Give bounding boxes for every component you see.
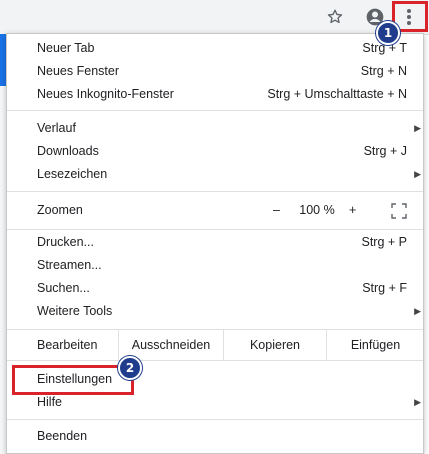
submenu-arrow-icon: ▶ [414, 123, 421, 133]
zoom-in-button[interactable]: + [349, 197, 356, 223]
menu-item-new-tab[interactable]: Neuer Tab Strg + T [7, 37, 423, 60]
submenu-arrow-icon: ▶ [414, 306, 421, 316]
menu-item-more-tools[interactable]: Weitere Tools ▶ [7, 300, 423, 323]
step-badge-1: 1 [376, 21, 400, 45]
menu-item-label: Lesezeichen [37, 167, 108, 181]
zoom-out-button[interactable]: – [273, 197, 280, 223]
fullscreen-icon[interactable] [391, 202, 407, 219]
menu-item-label: Drucken... [37, 235, 94, 249]
menu-item-label: Streamen... [37, 258, 102, 272]
menu-item-shortcut: Strg + N [360, 64, 407, 78]
menu-item-downloads[interactable]: Downloads Strg + J [7, 140, 423, 163]
menu-item-label: Downloads [37, 144, 99, 158]
edit-label: Bearbeiten [37, 338, 98, 352]
menu-item-exit[interactable]: Beenden [7, 425, 423, 448]
cut-button[interactable]: Ausschneiden [118, 330, 223, 360]
menu-item-cast[interactable]: Streamen... [7, 254, 423, 277]
browser-toolbar [0, 0, 429, 35]
menu-item-label: Neuer Tab [37, 41, 95, 55]
zoom-level: 100 % [299, 203, 335, 217]
submenu-arrow-icon: ▶ [414, 397, 421, 407]
menu-item-shortcut: Strg + J [363, 144, 407, 158]
zoom-row: Zoomen – 100 % + [7, 197, 423, 223]
menu-item-find[interactable]: Suchen... Strg + F [7, 277, 423, 300]
menu-item-history[interactable]: Verlauf ▶ [7, 117, 423, 140]
menu-item-shortcut: Strg + P [361, 235, 407, 249]
submenu-arrow-icon: ▶ [414, 169, 421, 179]
bookmark-star-icon[interactable] [324, 6, 346, 28]
menu-item-label: Neues Inkognito-Fenster [37, 87, 174, 101]
menu-item-label: Neues Fenster [37, 64, 119, 78]
menu-item-shortcut: Strg + Umschalttaste + N [267, 87, 407, 101]
zoom-label: Zoomen [37, 203, 83, 217]
menu-item-label: Suchen... [37, 281, 90, 295]
menu-separator [7, 419, 423, 420]
menu-separator [7, 229, 423, 230]
step-badge-2: 2 [118, 356, 142, 380]
copy-button[interactable]: Kopieren [223, 330, 326, 360]
edit-row: Bearbeiten Ausschneiden Kopieren Einfüge… [7, 330, 423, 360]
menu-separator [7, 191, 423, 192]
menu-item-label: Verlauf [37, 121, 76, 135]
menu-item-new-window[interactable]: Neues Fenster Strg + N [7, 60, 423, 83]
menu-item-print[interactable]: Drucken... Strg + P [7, 231, 423, 254]
menu-item-bookmarks[interactable]: Lesezeichen ▶ [7, 163, 423, 186]
menu-item-label: Weitere Tools [37, 304, 113, 318]
highlight-settings [12, 365, 134, 395]
menu-item-label: Beenden [37, 429, 88, 443]
menu-separator [7, 110, 423, 111]
menu-item-incognito-window[interactable]: Neues Inkognito-Fenster Strg + Umschaltt… [7, 83, 423, 106]
menu-separator [7, 360, 423, 361]
menu-item-shortcut: Strg + F [362, 281, 407, 295]
paste-button[interactable]: Einfügen [326, 330, 424, 360]
